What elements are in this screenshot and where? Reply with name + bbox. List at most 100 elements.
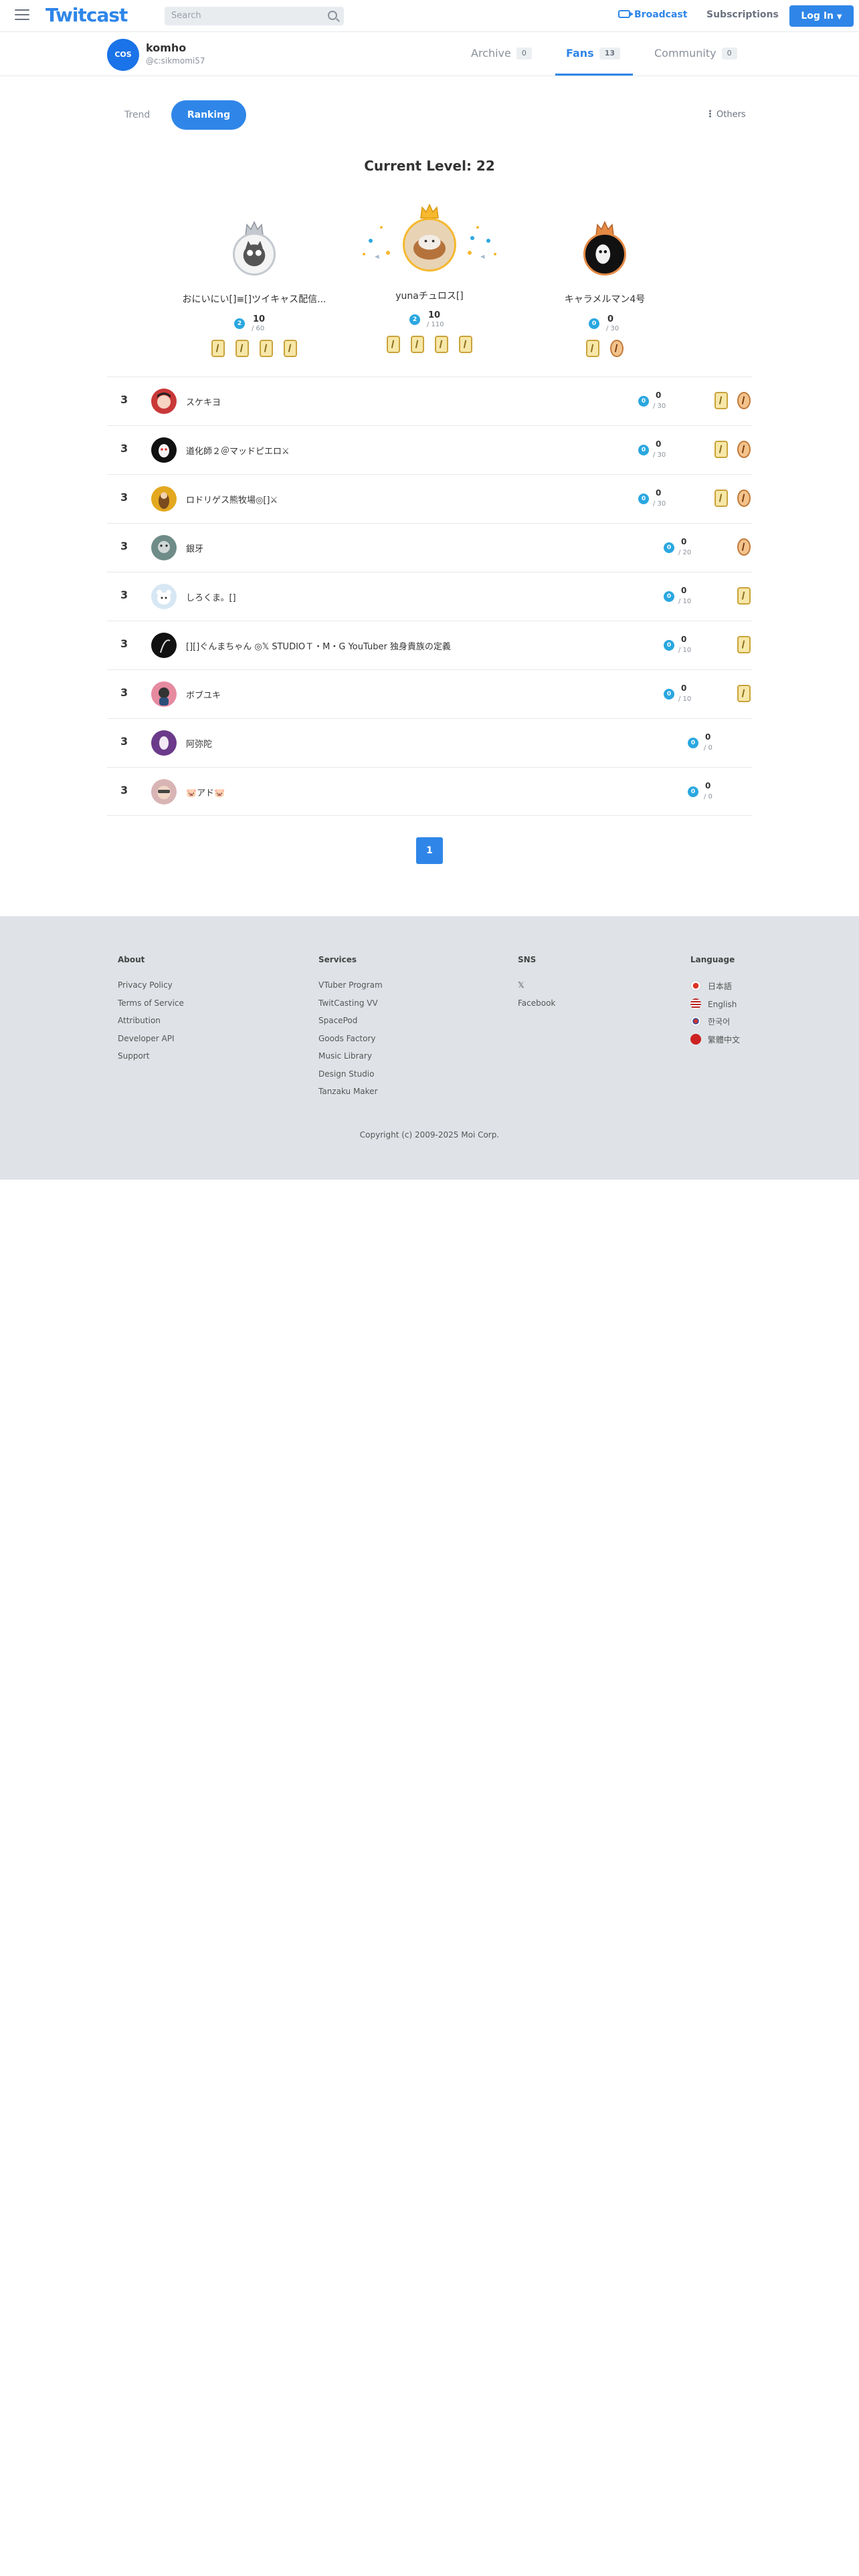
avatar[interactable] — [151, 437, 177, 463]
level-badge: 0 — [664, 542, 674, 553]
tab-ranking[interactable]: Ranking — [171, 100, 246, 130]
card-item-icon — [235, 340, 249, 357]
avatar[interactable] — [151, 486, 177, 512]
page-button[interactable]: 1 — [416, 837, 443, 864]
avatar[interactable] — [233, 233, 276, 276]
footer-link[interactable]: Attribution — [118, 1016, 184, 1034]
level-badge: 0 — [589, 318, 599, 329]
tab-trend[interactable]: Trend — [124, 110, 150, 120]
stat-max: / 30 — [653, 403, 666, 410]
tab-community[interactable]: Community 0 — [654, 47, 737, 60]
language-japanese[interactable]: 日本語 — [690, 980, 740, 998]
korea-flag-icon — [690, 1016, 701, 1027]
others-menu[interactable]: Others — [709, 110, 746, 120]
broadcast-button[interactable]: Broadcast — [618, 9, 687, 20]
fan-name[interactable]: [][]ぐんまちゃん ◎𝕏 STUDIOＴ・M・G YouTuber 独身貴族の… — [186, 639, 451, 652]
more-icon — [709, 110, 711, 118]
footer-link[interactable]: Developer API — [118, 1034, 184, 1052]
footer-link[interactable]: Support — [118, 1051, 184, 1069]
crown-gold-icon — [419, 203, 440, 219]
search-input[interactable]: Search — [165, 7, 344, 25]
tab-fans[interactable]: Fans 13 — [566, 47, 621, 60]
podium-first: yunaチュロス[] 2 10 / 110 — [355, 201, 504, 368]
language-traditional-chinese[interactable]: 繁體中文 — [690, 1033, 741, 1052]
fan-name[interactable]: 銀牙 — [186, 542, 203, 554]
table-row[interactable]: 3 道化師２＠マッドピエロ⚔ 0 0 / 30 — [107, 425, 752, 474]
table-row[interactable]: 3 ロドリゲス熊牧場◎[]⚔ 0 0 / 30 — [107, 474, 752, 523]
language-label: 繁體中文 — [708, 1035, 741, 1045]
stat-max: / 0 — [704, 793, 712, 800]
avatar[interactable] — [151, 779, 177, 804]
avatar[interactable] — [151, 389, 177, 414]
avatar[interactable] — [151, 535, 177, 560]
stat-max: / 20 — [678, 549, 692, 556]
subscriptions-link[interactable]: Subscriptions — [706, 9, 779, 20]
fan-name[interactable]: 阿弥陀 — [186, 737, 212, 750]
card-item-icon — [737, 685, 751, 702]
tab-label: Archive — [471, 47, 511, 60]
table-row[interactable]: 3 ボブユキ 0 0 / 10 — [107, 669, 752, 718]
footer-link[interactable]: VTuber Program — [318, 980, 383, 998]
footer-link[interactable]: Tanzaku Maker — [318, 1087, 383, 1105]
footer-link[interactable]: TwitCasting VV — [318, 998, 383, 1016]
footer-link[interactable]: Music Library — [318, 1051, 383, 1069]
podium-name[interactable]: おにいにい[]≡[]ツイキャス配信... — [167, 292, 341, 306]
stat-value: 0 — [681, 635, 687, 644]
x-link[interactable]: 𝕏 — [518, 980, 555, 998]
podium-name[interactable]: yunaチュロス[] — [343, 289, 516, 302]
footer-link[interactable]: Goods Factory — [318, 1034, 383, 1052]
table-row[interactable]: 3 スケキヨ 0 0 / 30 — [107, 377, 752, 425]
card-item-icon — [411, 336, 424, 353]
fan-name[interactable]: ロドリゲス熊牧場◎[]⚔ — [186, 493, 278, 506]
level-badge: 2 — [409, 314, 420, 325]
level-badge: 2 — [234, 318, 245, 329]
podium-third: キャラメルマン4号 0 0 / 30 — [538, 221, 672, 368]
stat-max: / 0 — [704, 744, 712, 752]
stat-max: / 30 — [653, 451, 666, 459]
site-logo[interactable]: Twitcast — [45, 4, 128, 26]
fan-name[interactable]: スケキヨ — [186, 395, 221, 408]
profile-name[interactable]: komho — [146, 41, 186, 54]
menu-icon[interactable] — [15, 9, 29, 21]
rank-number: 3 — [120, 784, 128, 796]
fan-name[interactable]: 道化師２＠マッドピエロ⚔ — [186, 444, 290, 457]
language-korean[interactable]: 한국어 — [690, 1016, 740, 1034]
fan-name[interactable]: ボブユキ — [186, 688, 221, 701]
facebook-link[interactable]: Facebook — [518, 998, 555, 1016]
avatar[interactable] — [151, 584, 177, 609]
stat-max: / 30 — [606, 325, 619, 332]
fan-stats: 0 0 / 20 — [618, 524, 752, 572]
card-item-icon — [586, 340, 599, 357]
avatar[interactable] — [403, 218, 456, 272]
copyright: Copyright (c) 2009-2025 Moi Corp. — [359, 1130, 500, 1140]
table-row[interactable]: 3 しろくま。[] 0 0 / 10 — [107, 572, 752, 621]
podium-name[interactable]: キャラメルマン4号 — [518, 292, 692, 306]
search-icon[interactable] — [328, 11, 337, 20]
language-english[interactable]: English — [690, 998, 740, 1016]
footer-language: Language 日本語 English 한국어 繁體中文 — [690, 955, 740, 1051]
login-label: Log In — [801, 11, 834, 21]
tab-archive[interactable]: Archive 0 — [471, 47, 532, 60]
table-row[interactable]: 3 🐷アド🐷 0 0 / 0 — [107, 767, 752, 816]
login-button[interactable]: Log In ▼ — [789, 5, 854, 27]
table-row[interactable]: 3 [][]ぐんまちゃん ◎𝕏 STUDIOＴ・M・G YouTuber 独身貴… — [107, 621, 752, 669]
footer-sns: SNS 𝕏 Facebook — [518, 955, 555, 1016]
footer-link[interactable]: Design Studio — [318, 1069, 383, 1087]
card-item-icon — [714, 392, 728, 409]
fan-name[interactable]: しろくま。[] — [186, 591, 236, 603]
card-item-icon — [714, 441, 728, 458]
footer-heading: SNS — [518, 955, 537, 964]
table-row[interactable]: 3 銀牙 0 0 / 20 — [107, 523, 752, 572]
footer-link[interactable]: Terms of Service — [118, 998, 184, 1016]
level-badge: 0 — [638, 396, 649, 407]
avatar[interactable] — [151, 681, 177, 707]
avatar[interactable] — [583, 233, 626, 276]
avatar[interactable]: COS — [107, 39, 139, 71]
footer-link[interactable]: SpacePod — [318, 1016, 383, 1034]
avatar[interactable] — [151, 730, 177, 756]
table-row[interactable]: 3 阿弥陀 0 0 / 0 — [107, 718, 752, 767]
footer-link[interactable]: Privacy Policy — [118, 980, 184, 998]
avatar[interactable] — [151, 633, 177, 658]
japan-flag-icon — [690, 980, 701, 991]
fan-name[interactable]: 🐷アド🐷 — [186, 786, 225, 798]
